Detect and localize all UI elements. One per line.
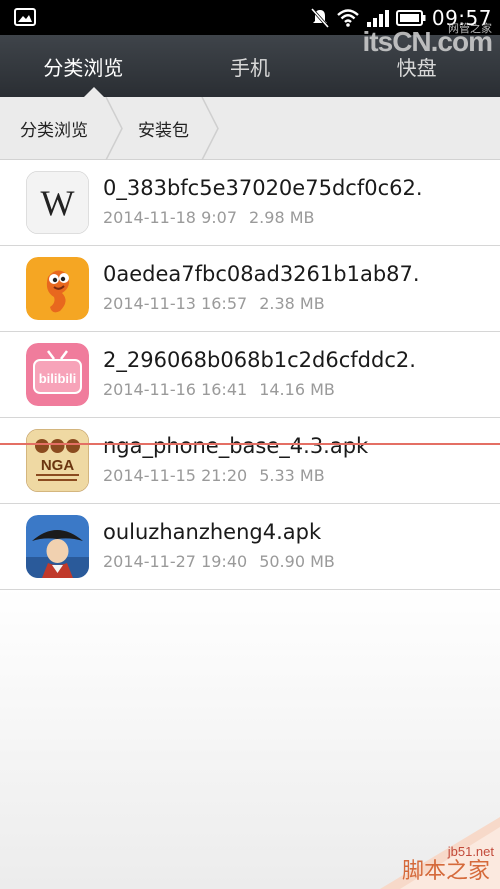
watermark-bottom: jb51.net 脚本之家 <box>360 817 500 889</box>
file-name: 0_383bfc5e37020e75dcf0c62. <box>103 176 423 200</box>
tab-bar: 分类浏览 手机 快盘 <box>0 35 500 97</box>
breadcrumb-item-apk[interactable]: 安装包 <box>138 97 189 160</box>
tab-kuaipan[interactable]: 快盘 <box>333 35 500 97</box>
breadcrumb-separator-icon <box>105 97 123 160</box>
file-meta: 2014-11-18 9:07 2.98 MB <box>103 208 315 227</box>
status-bar: 09:57 <box>0 0 500 35</box>
mute-icon <box>310 8 329 28</box>
file-date: 2014-11-18 9:07 <box>103 208 237 227</box>
nga-icon: NGA <box>26 429 89 492</box>
battery-icon <box>395 10 426 26</box>
napoleon-game-icon <box>26 515 89 578</box>
wikipedia-icon: W <box>26 171 89 234</box>
list-item[interactable]: W 0_383bfc5e37020e75dcf0c62. 2014-11-18 … <box>0 160 500 246</box>
file-date: 2014-11-16 16:41 <box>103 380 248 399</box>
gallery-icon <box>14 8 36 26</box>
svg-text:W: W <box>41 183 75 223</box>
breadcrumb-separator-icon <box>201 97 219 160</box>
list-item[interactable]: ouluzhanzheng4.apk 2014-11-27 19:40 50.90… <box>0 504 500 590</box>
clock: 09:57 <box>431 6 492 30</box>
file-size: 2.38 MB <box>259 294 325 313</box>
breadcrumb: 分类浏览 安装包 <box>0 97 500 160</box>
svg-text:NGA: NGA <box>41 457 75 474</box>
wifi-icon <box>337 9 359 27</box>
file-meta: 2014-11-16 16:41 14.16 MB <box>103 380 335 399</box>
status-icons: 09:57 <box>310 4 492 32</box>
list-item[interactable]: NGA nga_phone_base_4.3.apk 2014-11-15 21… <box>0 418 500 504</box>
file-size: 50.90 MB <box>259 552 335 571</box>
file-date: 2014-11-13 16:57 <box>103 294 248 313</box>
file-name: 2_296068b068b1c2d6cfddc2. <box>103 348 416 372</box>
watermark-bottom-name: 脚本之家 <box>401 859 490 884</box>
file-date: 2014-11-15 21:20 <box>103 466 248 485</box>
file-name: 0aedea7fbc08ad3261b1ab87. <box>103 262 420 286</box>
file-meta: 2014-11-27 19:40 50.90 MB <box>103 552 335 571</box>
tab-phone[interactable]: 手机 <box>167 35 334 97</box>
file-size: 2.98 MB <box>249 208 315 227</box>
list-item[interactable]: bilibili 2_296068b068b1c2d6cfddc2. 2014-… <box>0 332 500 418</box>
file-date: 2014-11-27 19:40 <box>103 552 248 571</box>
file-size: 5.33 MB <box>259 466 325 485</box>
active-tab-indicator <box>84 87 104 97</box>
file-meta: 2014-11-13 16:57 2.38 MB <box>103 294 325 313</box>
svg-text:bilibili: bilibili <box>39 371 77 386</box>
bilibili-icon: bilibili <box>26 343 89 406</box>
file-meta: 2014-11-15 21:20 5.33 MB <box>103 466 325 485</box>
cartoon-app-icon <box>26 257 89 320</box>
breadcrumb-item-category[interactable]: 分类浏览 <box>20 97 88 160</box>
signal-icon <box>366 10 389 27</box>
file-list: W 0_383bfc5e37020e75dcf0c62. 2014-11-18 … <box>0 160 500 590</box>
red-line <box>0 443 500 445</box>
file-name: ouluzhanzheng4.apk <box>103 520 322 544</box>
file-name: nga_phone_base_4.3.apk <box>103 434 369 458</box>
file-size: 14.16 MB <box>259 380 335 399</box>
list-item[interactable]: 0aedea7fbc08ad3261b1ab87. 2014-11-13 16:… <box>0 246 500 332</box>
